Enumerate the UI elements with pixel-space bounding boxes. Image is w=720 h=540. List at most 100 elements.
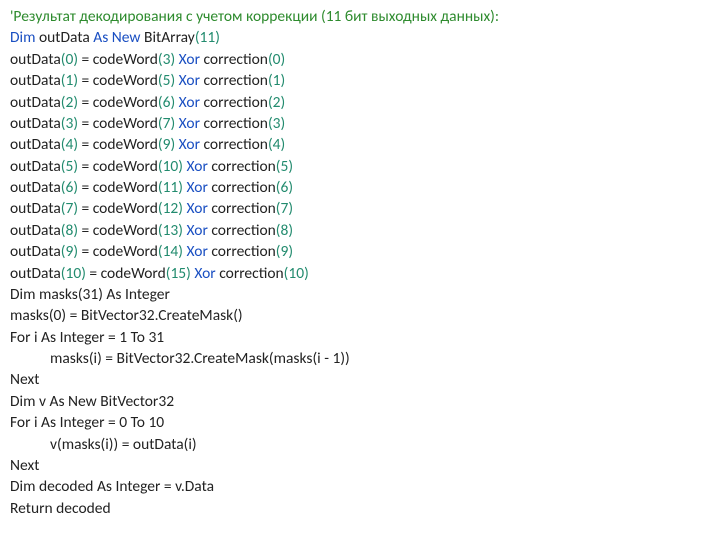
code-line: v(masks(i)) = outData(i): [10, 434, 710, 455]
code-token: correction: [200, 50, 268, 69]
code-token: = codeWord: [78, 93, 158, 112]
code-token: ): [281, 93, 286, 112]
code-token: ): [288, 157, 293, 176]
code-token: 11: [200, 28, 216, 47]
code-token: outData: [10, 93, 61, 112]
code-token: ): [288, 221, 293, 240]
code-token: Xor: [179, 50, 200, 69]
code-token: ): [281, 71, 286, 90]
code-token: outData: [10, 50, 61, 69]
code-token: = codeWord: [78, 199, 158, 218]
code-token: masks(i) = BitVector32.CreateMask(masks(…: [50, 349, 350, 368]
code-line: Dim outData As New BitArray(11): [10, 27, 710, 48]
code-token: outData: [35, 28, 93, 47]
code-line: outData(0) = codeWord(3) Xor correction(…: [10, 49, 710, 70]
code-line: Next: [10, 369, 710, 390]
code-line: outData(4) = codeWord(9) Xor correction(…: [10, 134, 710, 155]
code-line: 'Результат декодирования с учетом коррек…: [10, 6, 710, 27]
code-token: ): [288, 199, 293, 218]
code-line: outData(6) = codeWord(11) Xor correction…: [10, 177, 710, 198]
code-line: outData(10) = codeWord(15) Xor correctio…: [10, 263, 710, 284]
code-token: correction: [200, 114, 268, 133]
code-token: 11: [163, 178, 179, 197]
code-token: Xor: [179, 135, 200, 154]
code-token: = codeWord: [78, 50, 158, 69]
code-token: BitArray: [141, 28, 195, 47]
code-block: 'Результат декодирования с учетом коррек…: [10, 6, 710, 519]
code-token: ): [281, 114, 286, 133]
code-line: outData(7) = codeWord(12) Xor correction…: [10, 198, 710, 219]
code-token: Xor: [194, 264, 215, 283]
code-token: Xor: [187, 199, 208, 218]
code-token: correction: [208, 157, 276, 176]
code-token: For i As Integer = 0 To 10: [10, 413, 164, 432]
code-line: Return decoded: [10, 498, 710, 519]
code-token: correction: [200, 135, 268, 154]
code-token: 2: [273, 93, 281, 112]
code-line: outData(2) = codeWord(6) Xor correction(…: [10, 92, 710, 113]
code-line: For i As Integer = 0 To 10: [10, 412, 710, 433]
code-token: 14: [163, 242, 179, 261]
code-token: ): [288, 242, 293, 261]
code-line: outData(9) = codeWord(14) Xor correction…: [10, 241, 710, 262]
code-token: = codeWord: [78, 135, 158, 154]
code-token: Xor: [187, 242, 208, 261]
code-token: 1: [273, 71, 281, 90]
code-line: masks(0) = BitVector32.CreateMask(): [10, 305, 710, 326]
code-token: Xor: [187, 157, 208, 176]
code-token: outData: [10, 135, 61, 154]
code-token: Dim masks(31) As Integer: [10, 285, 170, 304]
code-token: 3: [273, 114, 281, 133]
code-token: correction: [208, 242, 276, 261]
code-token: outData: [10, 242, 61, 261]
code-token: correction: [208, 221, 276, 240]
code-token: = codeWord: [78, 242, 158, 261]
code-token: = codeWord: [78, 71, 158, 90]
code-token: ): [304, 264, 309, 283]
code-token: 'Результат декодирования с учетом коррек…: [10, 7, 499, 26]
code-token: correction: [200, 93, 268, 112]
code-token: Xor: [179, 71, 200, 90]
code-line: masks(i) = BitVector32.CreateMask(masks(…: [10, 348, 710, 369]
code-token: v(masks(i)) = outData(i): [50, 435, 197, 454]
code-token: outData: [10, 157, 61, 176]
code-token: correction: [216, 264, 284, 283]
code-token: 15: [170, 264, 186, 283]
code-token: outData: [10, 199, 61, 218]
code-token: 12: [163, 199, 179, 218]
code-token: outData: [10, 264, 61, 283]
code-token: 10: [163, 157, 179, 176]
code-line: For i As Integer = 1 To 31: [10, 327, 710, 348]
code-token: Dim decoded As Integer = v.Data: [10, 477, 214, 496]
code-token: Dim: [10, 28, 35, 47]
code-token: 10: [288, 264, 304, 283]
code-token: outData: [10, 221, 61, 240]
code-token: Dim v As New BitVector32: [10, 392, 174, 411]
code-token: As New: [93, 28, 140, 47]
code-token: = codeWord: [78, 114, 158, 133]
code-token: = codeWord: [86, 264, 166, 283]
code-token: outData: [10, 178, 61, 197]
code-line: Dim v As New BitVector32: [10, 391, 710, 412]
code-token: 10: [65, 264, 81, 283]
code-token: correction: [200, 71, 268, 90]
code-line: outData(3) = codeWord(7) Xor correction(…: [10, 113, 710, 134]
code-line: Next: [10, 455, 710, 476]
code-token: ): [215, 28, 220, 47]
code-token: outData: [10, 71, 61, 90]
code-token: ): [288, 178, 293, 197]
code-token: = codeWord: [78, 157, 158, 176]
code-line: outData(5) = codeWord(10) Xor correction…: [10, 156, 710, 177]
code-token: masks(0) = BitVector32.CreateMask(): [10, 306, 243, 325]
code-token: Xor: [179, 114, 200, 133]
code-line: Dim masks(31) As Integer: [10, 284, 710, 305]
code-token: outData: [10, 114, 61, 133]
code-token: Xor: [187, 221, 208, 240]
code-token: = codeWord: [78, 221, 158, 240]
code-line: Dim decoded As Integer = v.Data: [10, 476, 710, 497]
code-token: = codeWord: [78, 178, 158, 197]
code-line: outData(1) = codeWord(5) Xor correction(…: [10, 70, 710, 91]
code-token: Xor: [187, 178, 208, 197]
code-token: 4: [273, 135, 281, 154]
code-token: Return decoded: [10, 499, 111, 518]
